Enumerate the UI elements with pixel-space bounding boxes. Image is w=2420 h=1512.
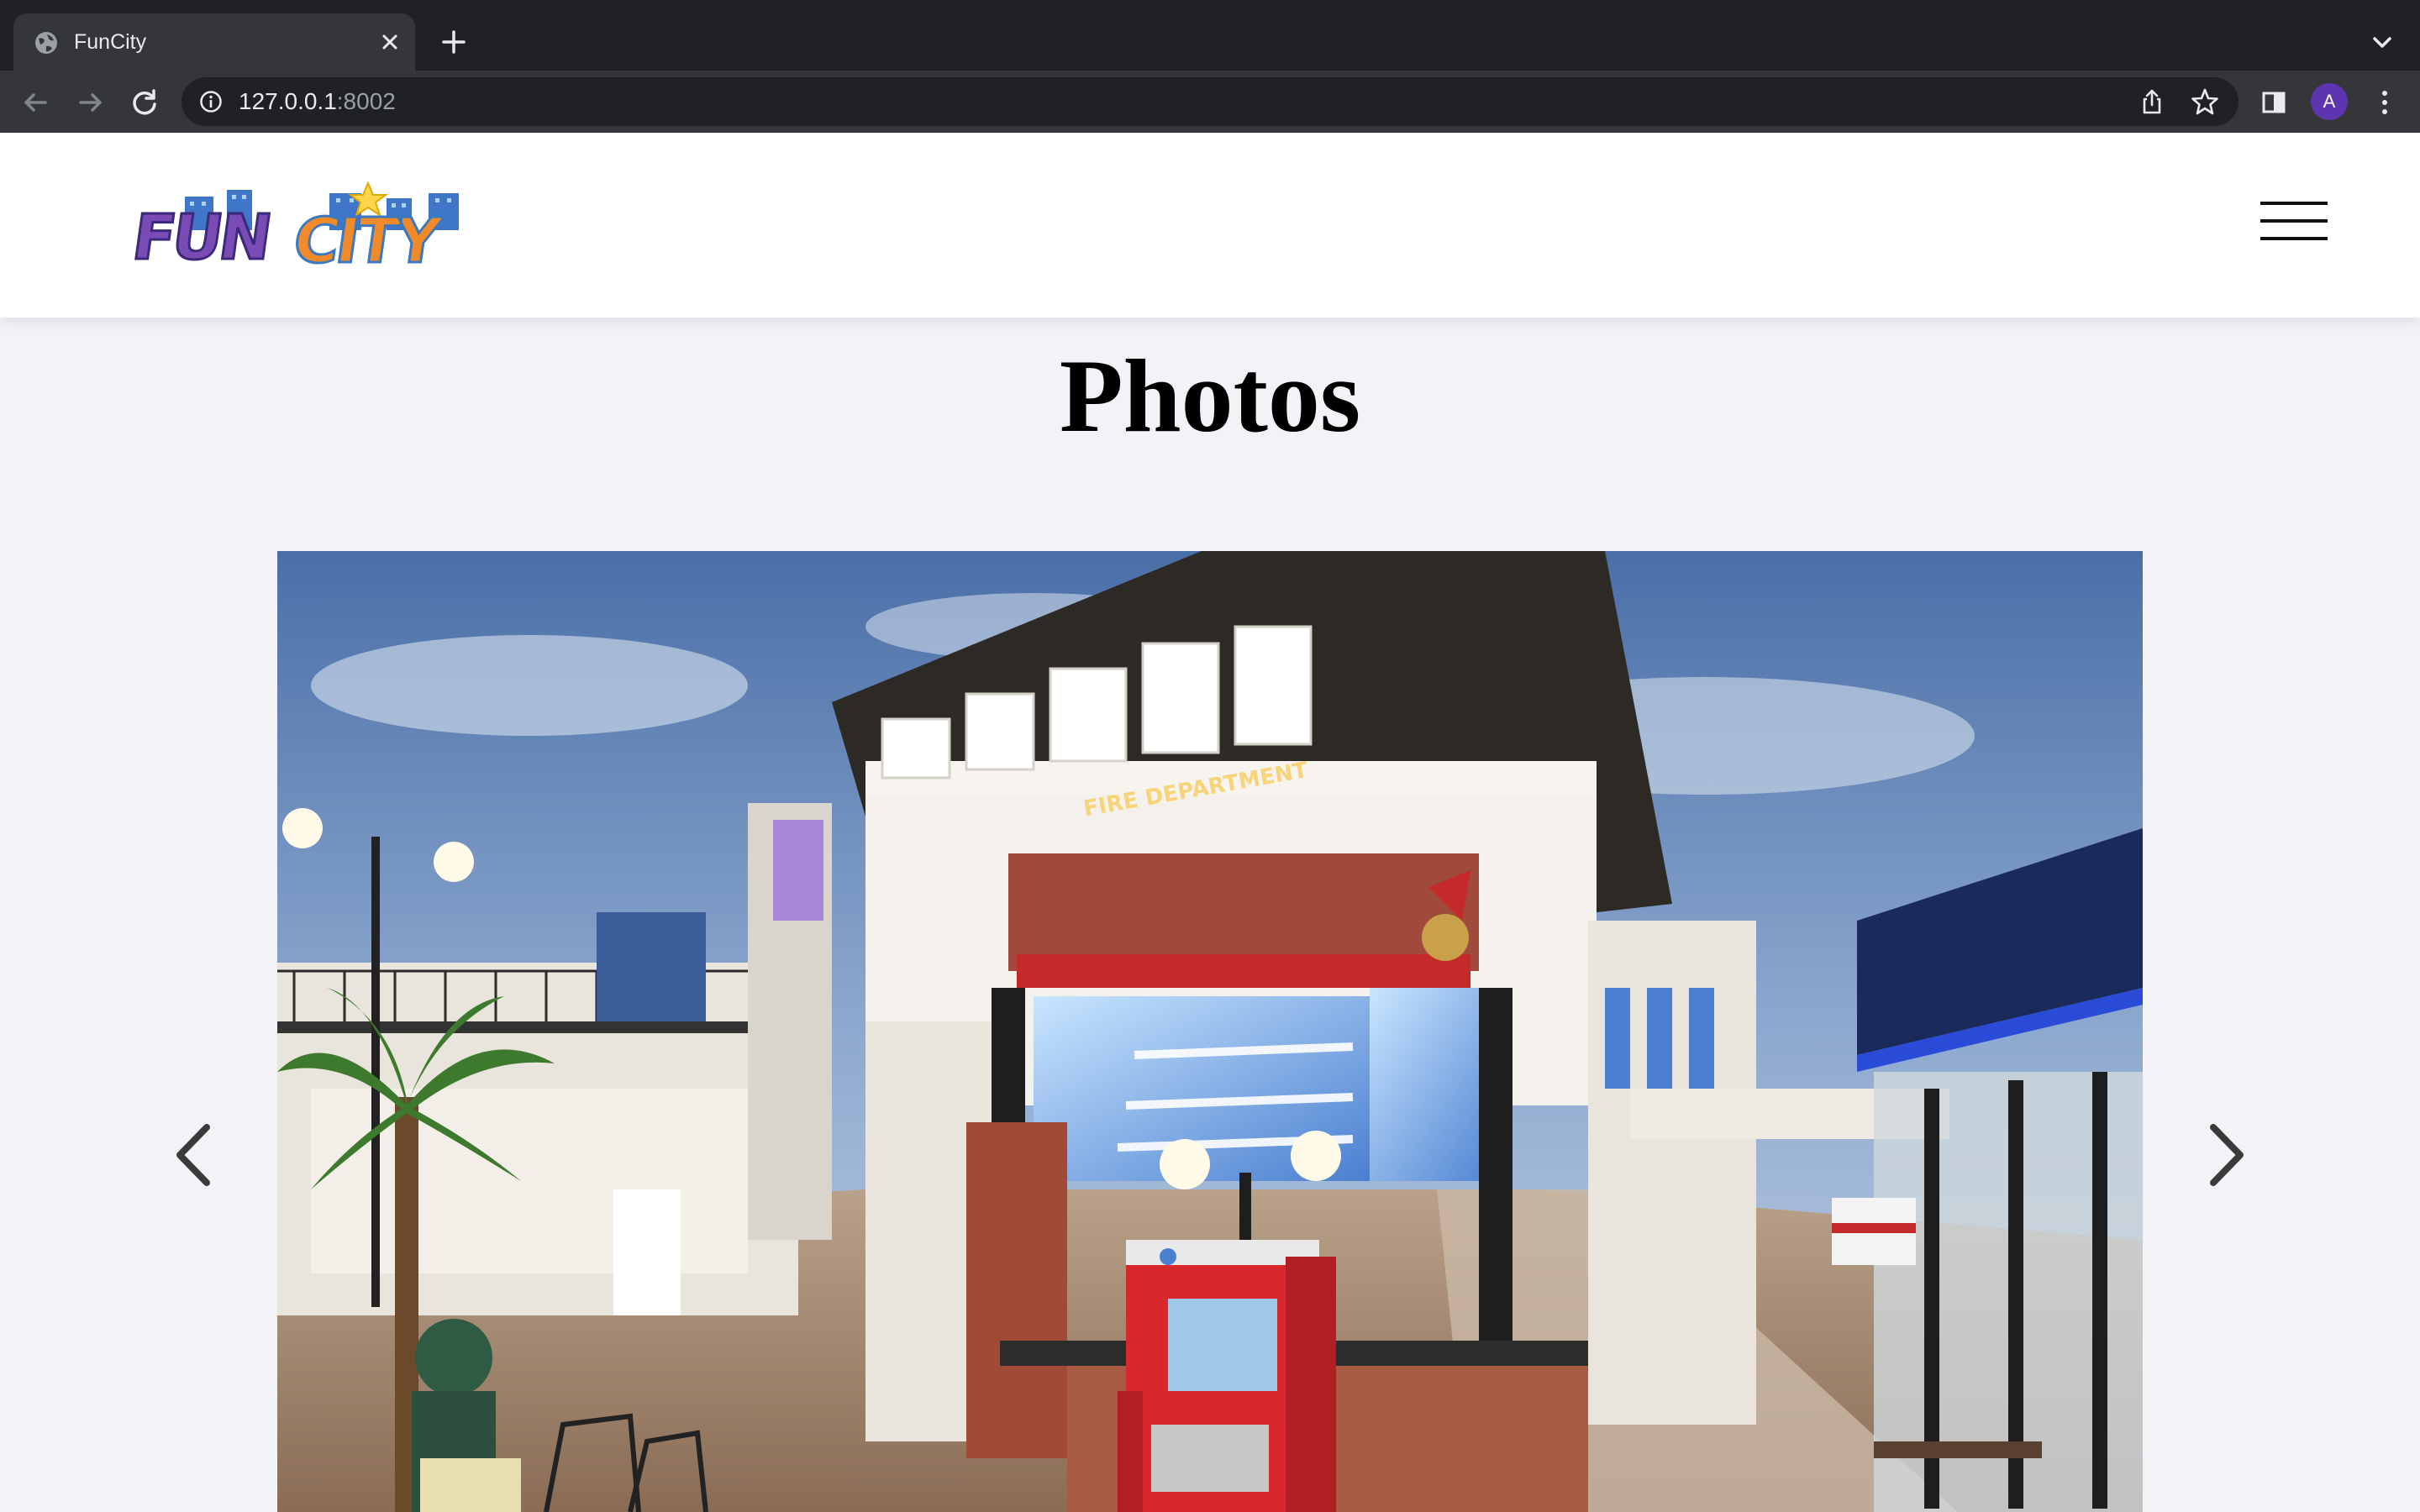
more-menu-icon[interactable] [2368, 86, 2402, 119]
tab-title: FunCity [74, 30, 147, 54]
info-icon[interactable] [198, 89, 224, 114]
profile-avatar[interactable]: A [2311, 83, 2348, 120]
carousel-prev-chevron-left-icon[interactable] [168, 1117, 218, 1193]
new-tab-icon[interactable] [437, 25, 471, 59]
funcity-logo[interactable]: FUN CITY [134, 181, 508, 274]
share-icon[interactable] [2138, 87, 2166, 116]
close-icon[interactable] [376, 29, 403, 55]
menu-hamburger-icon[interactable] [2260, 202, 2328, 240]
side-panel-icon[interactable] [2257, 86, 2291, 119]
globe-icon [35, 32, 57, 54]
chevron-down-icon[interactable] [2368, 29, 2396, 57]
bookmark-star-icon[interactable] [2190, 87, 2220, 117]
svg-text:FUN: FUN [134, 201, 273, 274]
svg-text:CITY: CITY [289, 204, 446, 274]
url-text: 127.0.0.1:8002 [239, 87, 396, 116]
site-header: FUN CITY [0, 133, 2420, 318]
browser-toolbar: 127.0.0.1:8002 A [0, 71, 2420, 133]
carousel-next-chevron-right-icon[interactable] [2202, 1117, 2252, 1193]
back-arrow-icon[interactable] [18, 86, 52, 119]
url-host: 127.0.0.1 [239, 88, 337, 114]
url-port: :8002 [336, 88, 396, 114]
page-title: Photos [1059, 339, 1361, 454]
fire-truck [1118, 1240, 1336, 1512]
forward-arrow-icon[interactable] [74, 86, 108, 119]
browser-tab-bar: FunCity [0, 0, 2420, 71]
reload-icon[interactable] [128, 86, 161, 119]
fire-department-photo: FIRE DEPARTMENT [277, 551, 2143, 1512]
address-bar[interactable]: 127.0.0.1:8002 [182, 77, 2238, 126]
browser-tab[interactable]: FunCity [13, 13, 415, 71]
carousel-photo: FIRE DEPARTMENT [277, 551, 2143, 1512]
